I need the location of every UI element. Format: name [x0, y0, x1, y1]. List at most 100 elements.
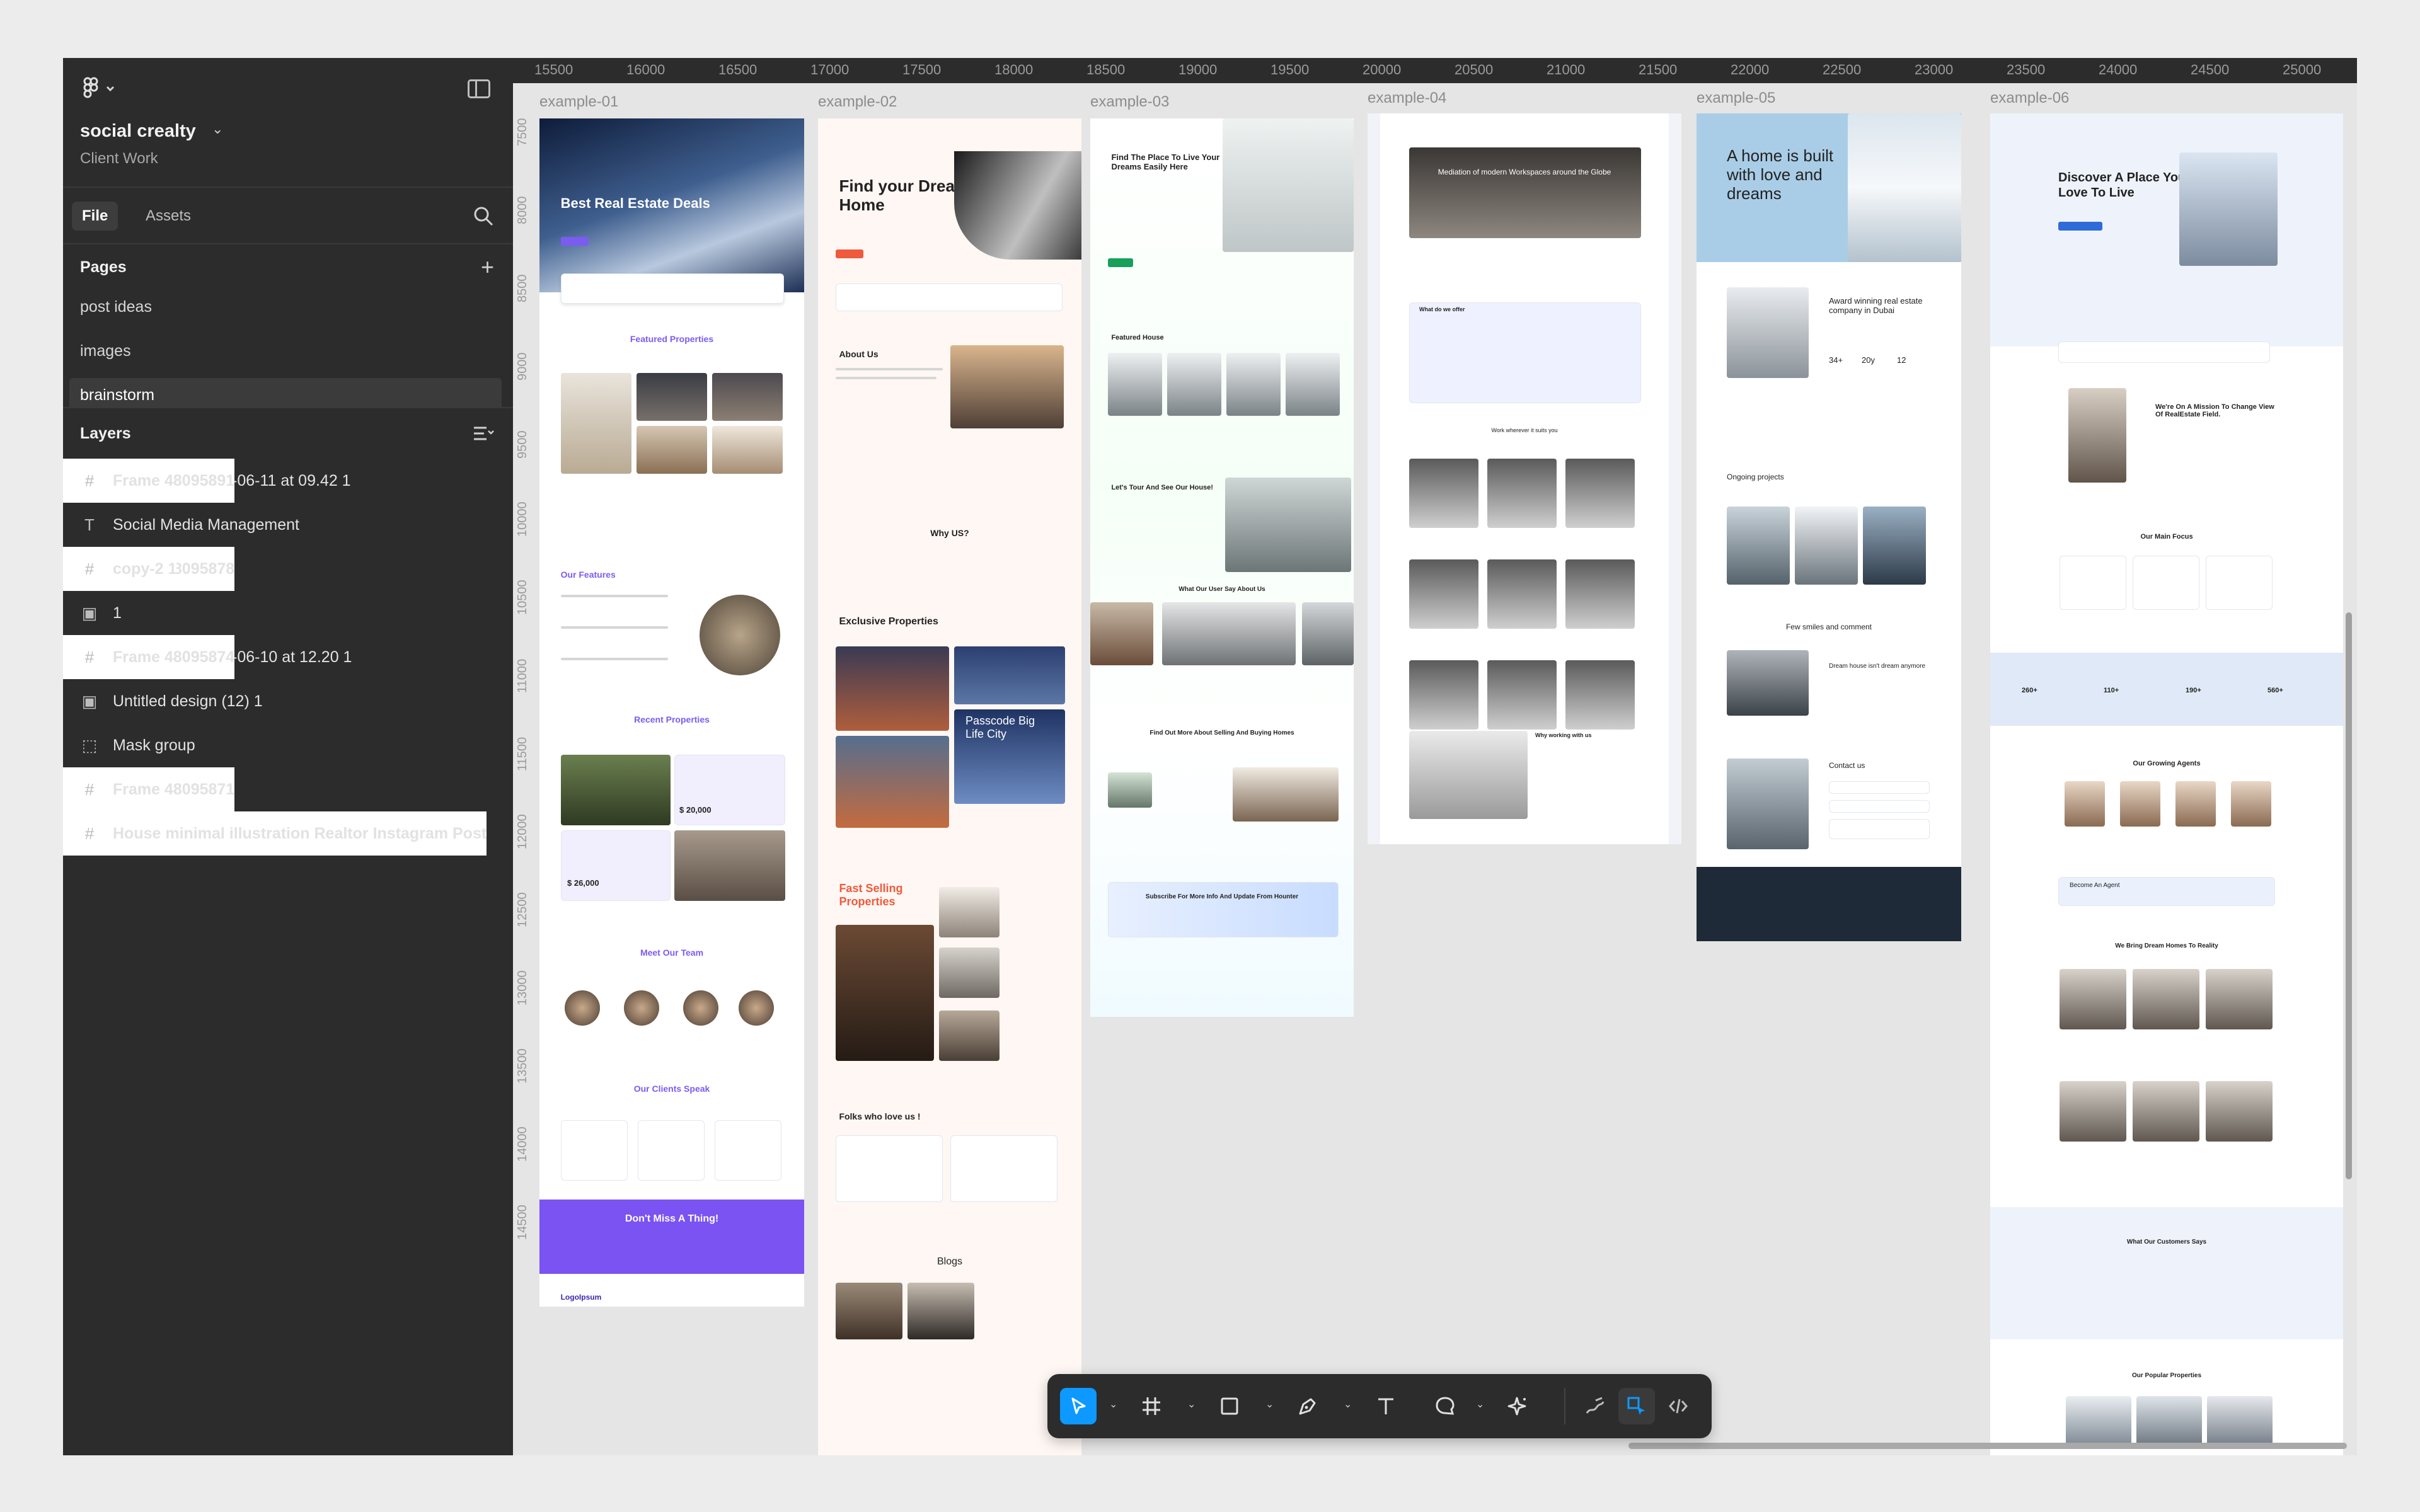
- ruler-tick-label: 22500: [1823, 62, 1862, 77]
- rectangle-tool-icon[interactable]: [1211, 1388, 1248, 1424]
- chevron-down-icon[interactable]: ⌄: [1476, 1398, 1484, 1411]
- tab-file[interactable]: File: [72, 202, 118, 231]
- search-bar[interactable]: [836, 284, 1063, 311]
- layer-item[interactable]: # House minimal illustration Realtor Inst…: [63, 811, 487, 856]
- workspace-photo: [1409, 459, 1478, 528]
- dream-home-photo: [2206, 969, 2273, 1029]
- figma-logo-icon[interactable]: [82, 77, 117, 105]
- frame-example-01[interactable]: Best Real Estate Deals Featured Properti…: [539, 118, 804, 1307]
- chevron-down-icon[interactable]: ⌄: [1344, 1398, 1352, 1411]
- section-why-title: Why US?: [930, 528, 969, 538]
- section-tour-title: Let's Tour And See Our House!: [1111, 484, 1213, 491]
- subscribe-card[interactable]: [1108, 882, 1339, 937]
- frame-icon: #: [84, 647, 95, 667]
- chevron-down-icon[interactable]: ⌄: [212, 121, 223, 137]
- chevron-down-icon[interactable]: ⌄: [1187, 1398, 1196, 1411]
- recent-photo: [561, 755, 671, 825]
- testimonial-card: [638, 1120, 705, 1181]
- stat-3: 190+: [2186, 687, 2201, 694]
- layer-item[interactable]: ▣ 1: [63, 591, 513, 635]
- contact-input[interactable]: [1829, 800, 1930, 813]
- page-item-post-ideas[interactable]: post ideas: [63, 290, 502, 334]
- frame-example-02[interactable]: Find your Dream Home About Us Why US? Ex…: [818, 118, 1081, 1455]
- hero-button[interactable]: [836, 249, 863, 258]
- project-name[interactable]: social crealty: [80, 121, 196, 142]
- frame-label-example-05[interactable]: example-05: [1697, 89, 1775, 107]
- project-header: social crealty ⌄ Client Work: [63, 58, 513, 188]
- layer-label: House minimal illustration Realtor Insta…: [113, 824, 487, 842]
- frame-example-04[interactable]: Mediation of modern Workspaces around th…: [1368, 113, 1681, 844]
- dev-mode-icon[interactable]: [1660, 1388, 1697, 1424]
- chevron-down-icon[interactable]: ⌄: [1109, 1398, 1117, 1411]
- ruler-tick-label: 19000: [1178, 62, 1218, 77]
- fast-photo: [939, 948, 1000, 998]
- layer-item[interactable]: # Frame 48095891: [63, 459, 235, 503]
- layer-item[interactable]: T Social Media Management: [63, 503, 513, 547]
- contact-textarea[interactable]: [1829, 819, 1930, 839]
- hero-button[interactable]: [561, 237, 589, 246]
- vertical-scrollbar[interactable]: [2346, 612, 2352, 1179]
- ruler-tick-label: 12500: [516, 892, 529, 927]
- add-page-icon[interactable]: +: [481, 256, 494, 278]
- move-tool-icon[interactable]: [1060, 1388, 1097, 1424]
- agent-photo: [2065, 781, 2105, 827]
- hero-title: Mediation of modern Workspaces around th…: [1438, 168, 1611, 176]
- text-tool-icon[interactable]: [1368, 1388, 1404, 1424]
- horizontal-scrollbar[interactable]: [1628, 1443, 2347, 1449]
- layer-item[interactable]: # Frame 48095871: [63, 767, 235, 811]
- frame-example-06[interactable]: Discover A Place You'll Love To Live We'…: [1990, 113, 2343, 1455]
- agent-photo: [2175, 781, 2216, 827]
- page-item-brainstorm[interactable]: brainstorm: [69, 378, 502, 407]
- text-line: [836, 377, 936, 379]
- layer-item[interactable]: ▣ Untitled design (12) 1: [63, 679, 513, 723]
- search-bar[interactable]: [561, 273, 784, 304]
- layer-item[interactable]: # Frame 48095874: [63, 635, 235, 679]
- frame-label-example-04[interactable]: example-04: [1368, 89, 1446, 107]
- toggle-sidebar-icon[interactable]: [468, 79, 490, 98]
- design-mode-icon[interactable]: [1618, 1388, 1655, 1424]
- tab-assets[interactable]: Assets: [135, 202, 201, 231]
- comment-tool-icon[interactable]: [1427, 1388, 1463, 1424]
- frame-example-05[interactable]: A home is built with love and dreams Awa…: [1697, 113, 1961, 941]
- hero-button[interactable]: [1108, 258, 1133, 267]
- page-item-images[interactable]: images: [63, 334, 502, 378]
- search-bar[interactable]: [2058, 341, 2270, 363]
- design-canvas[interactable]: 15500 16000 16500 17000 17500 18000 18500 19000…: [513, 58, 2357, 1455]
- hero-house: [2179, 152, 2278, 266]
- blog-photo: [836, 1283, 902, 1339]
- collapse-layers-icon[interactable]: [473, 425, 494, 444]
- frame-label-example-03[interactable]: example-03: [1090, 93, 1169, 111]
- exclusive-photo: [836, 646, 949, 731]
- chevron-down-icon[interactable]: ⌄: [1265, 1398, 1274, 1411]
- ruler-tick-label: 10500: [516, 580, 529, 615]
- hero-button[interactable]: [2058, 222, 2102, 231]
- recent-card[interactable]: [674, 755, 785, 825]
- recent-card[interactable]: [561, 830, 671, 901]
- layer-item[interactable]: # copy-2 1: [63, 547, 177, 591]
- ruler-tick-label: 10000: [516, 501, 529, 537]
- team-avatar: [565, 990, 600, 1026]
- stat-4: 560+: [2267, 687, 2283, 694]
- ruler-tick-label: 16000: [626, 62, 666, 77]
- search-icon[interactable]: [473, 205, 494, 227]
- section-testimonials-title: Folks who love us !: [839, 1111, 921, 1121]
- hero-image: [954, 151, 1081, 260]
- frame-label-example-06[interactable]: example-06: [1990, 89, 2069, 107]
- draw-mode-icon[interactable]: [1577, 1388, 1613, 1424]
- ruler-tick-label: 23500: [2007, 62, 2046, 77]
- hero-building: [1848, 113, 1961, 262]
- become-agent-card[interactable]: [2058, 877, 2275, 906]
- section-why-title: Why working with us: [1535, 732, 1592, 738]
- frame-tool-icon[interactable]: [1133, 1388, 1170, 1424]
- pen-tool-icon[interactable]: [1289, 1388, 1326, 1424]
- vertical-ruler: 7500 8000 8500 9000 9500 10000 10500 11000 11500…: [513, 83, 536, 1455]
- frame-example-03[interactable]: Find The Place To Live Your Dreams Easil…: [1090, 118, 1354, 1017]
- dream-home-photo: [2133, 1081, 2199, 1142]
- page-list: post ideas images brainstorm logo websit…: [63, 290, 513, 408]
- layer-item[interactable]: ⬚ Mask group: [63, 723, 513, 767]
- actions-sparkle-icon[interactable]: [1500, 1388, 1536, 1424]
- contact-input[interactable]: [1829, 781, 1930, 794]
- frame-label-example-01[interactable]: example-01: [539, 93, 618, 111]
- layers-title: Layers: [80, 425, 131, 442]
- frame-label-example-02[interactable]: example-02: [818, 93, 897, 111]
